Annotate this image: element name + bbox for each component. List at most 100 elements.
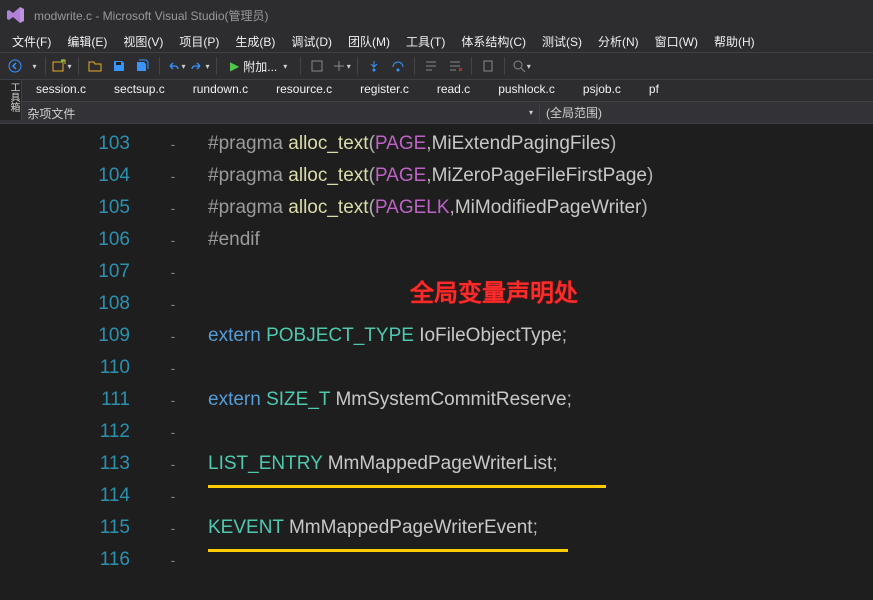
fold-handle[interactable]: - bbox=[166, 192, 180, 224]
fold-handle[interactable]: - bbox=[166, 384, 180, 416]
fold-handle[interactable]: - bbox=[166, 448, 180, 480]
line-number: 112 bbox=[0, 416, 130, 448]
line-number: 109 bbox=[0, 320, 130, 352]
code-navigation-bar: 杂项文件 ▾ (全局范围) bbox=[0, 102, 873, 124]
toolbar: ▾ ▾ ▾ ▾ ▶ 附加... ▾ ▾ ▾ bbox=[0, 52, 873, 80]
nav-forward-button[interactable]: ▾ bbox=[28, 55, 40, 77]
menu-project[interactable]: 项目(P) bbox=[171, 31, 227, 52]
doc-tab[interactable]: session.c bbox=[22, 79, 100, 101]
step-into-button[interactable] bbox=[363, 55, 385, 77]
fold-handle[interactable]: - bbox=[166, 320, 180, 352]
fold-handle[interactable]: - bbox=[166, 512, 180, 544]
scope1-label: 杂项文件 bbox=[27, 107, 75, 121]
code-line[interactable]: #pragma alloc_text(PAGE,MiExtendPagingFi… bbox=[208, 128, 873, 160]
menu-team[interactable]: 团队(M) bbox=[340, 31, 398, 52]
play-icon: ▶ bbox=[230, 59, 239, 73]
comment-button[interactable] bbox=[420, 55, 442, 77]
toolbar-separator bbox=[300, 57, 301, 75]
code-line[interactable]: #pragma alloc_text(PAGE,MiZeroPageFileFi… bbox=[208, 160, 873, 192]
fold-margin[interactable]: -------------- bbox=[166, 128, 180, 576]
line-number: 113 bbox=[0, 448, 130, 480]
line-number: 111 bbox=[0, 384, 130, 416]
menu-edit[interactable]: 编辑(E) bbox=[59, 31, 115, 52]
menu-window[interactable]: 窗口(W) bbox=[647, 31, 706, 52]
code-line[interactable]: LIST_ENTRY MmMappedPageWriterList; bbox=[208, 448, 873, 480]
doc-tab[interactable]: sectsup.c bbox=[100, 79, 179, 101]
scope-dropdown-1[interactable]: 杂项文件 ▾ bbox=[0, 104, 540, 122]
scope-dropdown-2[interactable]: (全局范围) bbox=[540, 104, 873, 121]
doc-tab[interactable]: register.c bbox=[346, 79, 423, 101]
code-line[interactable] bbox=[208, 352, 873, 384]
find-button[interactable]: ▾ bbox=[510, 55, 532, 77]
menu-help[interactable]: 帮助(H) bbox=[706, 31, 763, 52]
line-number: 104 bbox=[0, 160, 130, 192]
open-file-button[interactable] bbox=[84, 55, 106, 77]
document-tab-strip: session.c sectsup.c rundown.c resource.c… bbox=[0, 80, 873, 102]
doc-tab[interactable]: resource.c bbox=[262, 79, 346, 101]
menu-build[interactable]: 生成(B) bbox=[227, 31, 283, 52]
line-number: 108 bbox=[0, 288, 130, 320]
menu-file[interactable]: 文件(F) bbox=[4, 31, 59, 52]
step-over-button[interactable] bbox=[387, 55, 409, 77]
code-line[interactable]: extern POBJECT_TYPE IoFileObjectType; bbox=[208, 320, 873, 352]
chevron-down-icon: ▾ bbox=[529, 108, 533, 117]
line-number: 115 bbox=[0, 512, 130, 544]
fold-handle[interactable]: - bbox=[166, 160, 180, 192]
undo-button[interactable]: ▾ bbox=[165, 55, 187, 77]
fold-handle[interactable]: - bbox=[166, 224, 180, 256]
window-title: modwrite.c - Microsoft Visual Studio(管理员… bbox=[34, 7, 269, 24]
fold-handle[interactable]: - bbox=[166, 544, 180, 576]
code-line[interactable]: #pragma alloc_text(PAGELK,MiModifiedPage… bbox=[208, 192, 873, 224]
fold-handle[interactable]: - bbox=[166, 288, 180, 320]
code-line[interactable] bbox=[208, 416, 873, 448]
doc-tab[interactable]: pf bbox=[635, 79, 673, 101]
line-number: 110 bbox=[0, 352, 130, 384]
code-line[interactable]: extern SIZE_T MmSystemCommitReserve; bbox=[208, 384, 873, 416]
menu-arch[interactable]: 体系结构(C) bbox=[453, 31, 534, 52]
doc-tab[interactable]: pushlock.c bbox=[484, 79, 569, 101]
fold-handle[interactable]: - bbox=[166, 416, 180, 448]
menu-debug[interactable]: 调试(D) bbox=[283, 31, 340, 52]
save-button[interactable] bbox=[108, 55, 130, 77]
toolbox-rail[interactable]: 工具箱 bbox=[0, 80, 22, 120]
toolbar-separator bbox=[357, 57, 358, 75]
annotation-underline bbox=[208, 549, 568, 552]
redo-button[interactable]: ▾ bbox=[189, 55, 211, 77]
menu-test[interactable]: 测试(S) bbox=[534, 31, 590, 52]
toolbar-separator bbox=[414, 57, 415, 75]
toolbar-separator bbox=[159, 57, 160, 75]
uncomment-button[interactable] bbox=[444, 55, 466, 77]
doc-tab[interactable]: rundown.c bbox=[179, 79, 262, 101]
line-number-gutter: 1031041051061071081091101111121131141151… bbox=[0, 124, 160, 600]
line-number: 105 bbox=[0, 192, 130, 224]
annotation-text: 全局变量声明处 bbox=[410, 278, 578, 310]
fold-handle[interactable]: - bbox=[166, 256, 180, 288]
line-number: 116 bbox=[0, 544, 130, 576]
line-number: 114 bbox=[0, 480, 130, 512]
menu-bar: 文件(F) 编辑(E) 视图(V) 项目(P) 生成(B) 调试(D) 团队(M… bbox=[0, 30, 873, 52]
toolbar-separator bbox=[504, 57, 505, 75]
bookmark-button[interactable] bbox=[477, 55, 499, 77]
code-line[interactable]: #endif bbox=[208, 224, 873, 256]
toolbar-separator bbox=[471, 57, 472, 75]
annotation-underline bbox=[208, 485, 606, 488]
menu-tools[interactable]: 工具(T) bbox=[398, 31, 453, 52]
code-content[interactable]: #pragma alloc_text(PAGE,MiExtendPagingFi… bbox=[160, 124, 873, 600]
start-debug-button[interactable]: ▶ 附加... ▾ bbox=[222, 55, 295, 77]
fold-handle[interactable]: - bbox=[166, 480, 180, 512]
tb-misc-2[interactable]: ▾ bbox=[330, 55, 352, 77]
code-editor[interactable]: 1031041051061071081091101111121131141151… bbox=[0, 124, 873, 600]
menu-analyze[interactable]: 分析(N) bbox=[590, 31, 647, 52]
doc-tab[interactable]: read.c bbox=[423, 79, 484, 101]
save-all-button[interactable] bbox=[132, 55, 154, 77]
new-project-button[interactable]: ▾ bbox=[51, 55, 73, 77]
fold-handle[interactable]: - bbox=[166, 352, 180, 384]
nav-back-button[interactable] bbox=[4, 55, 26, 77]
menu-view[interactable]: 视图(V) bbox=[115, 31, 171, 52]
code-line[interactable]: KEVENT MmMappedPageWriterEvent; bbox=[208, 512, 873, 544]
tb-misc-1[interactable] bbox=[306, 55, 328, 77]
line-number: 106 bbox=[0, 224, 130, 256]
doc-tab[interactable]: psjob.c bbox=[569, 79, 635, 101]
fold-handle[interactable]: - bbox=[166, 128, 180, 160]
vs-logo-icon bbox=[6, 5, 26, 25]
